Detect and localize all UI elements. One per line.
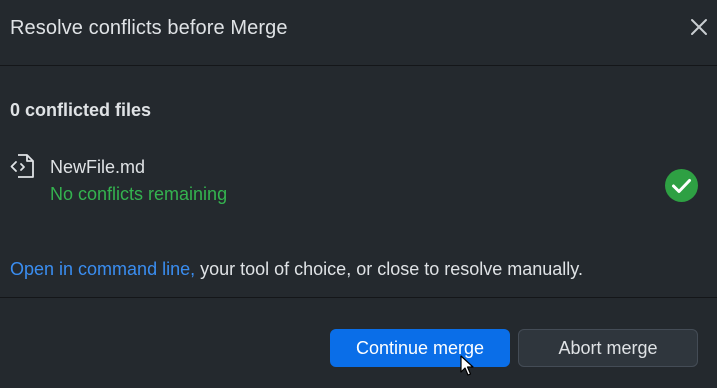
conflicted-files-count: 0 conflicted files bbox=[10, 100, 152, 120]
continue-merge-button[interactable]: Continue merge bbox=[330, 329, 510, 367]
dialog-title: Resolve conflicts before Merge bbox=[10, 17, 288, 39]
file-diff-icon bbox=[10, 154, 34, 178]
resolve-conflicts-dialog: Resolve conflicts before Merge 0 conflic… bbox=[0, 0, 717, 388]
mouse-pointer-icon bbox=[460, 355, 474, 376]
file-row: NewFile.md No conflicts remaining bbox=[0, 150, 717, 220]
hint-text: your tool of choice, or close to resolve… bbox=[195, 259, 583, 279]
resolve-hint: Open in command line, your tool of choic… bbox=[10, 259, 583, 280]
footer-divider bbox=[0, 297, 717, 298]
dialog-header: Resolve conflicts before Merge bbox=[0, 0, 717, 66]
file-name: NewFile.md bbox=[50, 157, 146, 177]
abort-merge-button[interactable]: Abort merge bbox=[518, 329, 698, 367]
open-command-line-link[interactable]: Open in command line, bbox=[10, 259, 195, 279]
close-button[interactable] bbox=[689, 17, 709, 37]
file-status: No conflicts remaining bbox=[50, 184, 228, 204]
close-icon bbox=[691, 19, 707, 35]
check-circle-icon bbox=[665, 169, 698, 202]
